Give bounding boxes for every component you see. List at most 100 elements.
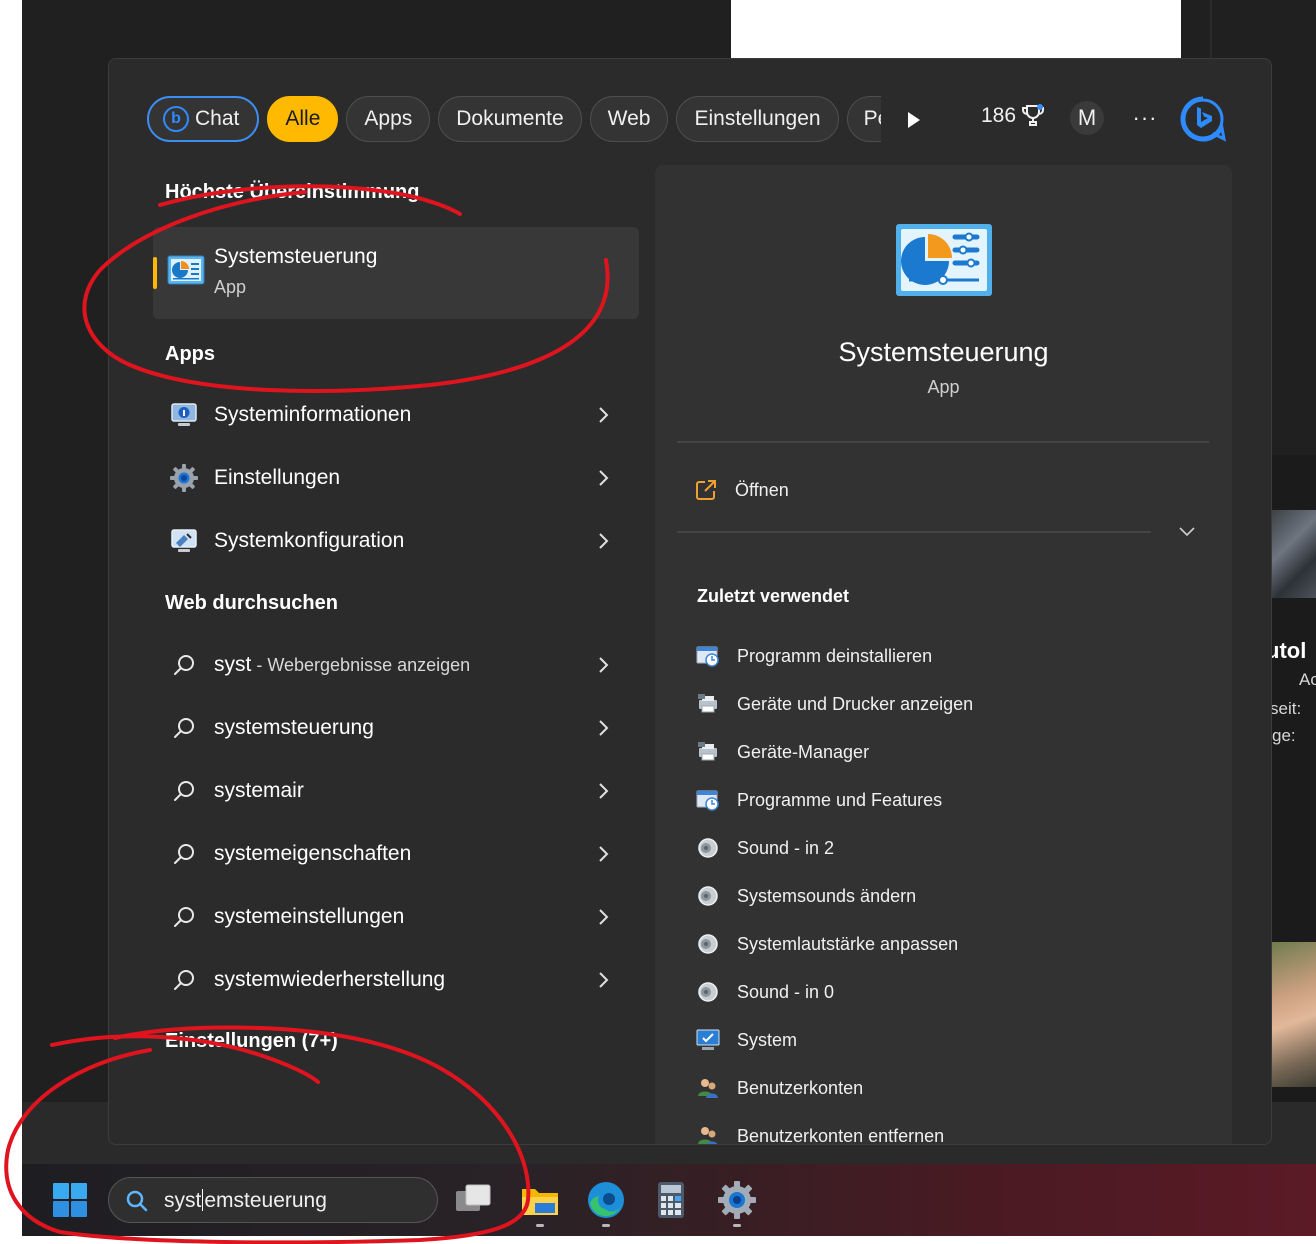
system-monitor-icon — [695, 1027, 721, 1053]
programs-icon — [695, 787, 721, 813]
sound-icon — [695, 931, 721, 957]
background-text: Ac — [1299, 670, 1316, 689]
open-external-icon — [696, 480, 716, 500]
windows-start-icon[interactable] — [52, 1182, 88, 1218]
selection-accent — [153, 257, 157, 289]
app-result-label: Einstellungen — [214, 466, 341, 489]
web-result-systemsteuerung[interactable]: systemsteuerung — [153, 700, 639, 756]
recent-item[interactable]: Systemlautstärke anpassen — [695, 929, 958, 959]
chevron-right-icon — [599, 533, 609, 549]
web-result-label: systemwiederherstellung — [214, 968, 446, 991]
recent-item-label: Sound - in 2 — [737, 837, 835, 858]
recent-item-label: System — [737, 1029, 798, 1050]
filter-documents-button[interactable]: Dokumente — [438, 96, 582, 142]
web-result-syst[interactable]: syst - Webergebnisse anzeigen — [153, 637, 639, 693]
search-flyout: b Chat Alle Apps Dokumente Web Einstellu… — [108, 58, 1272, 1145]
chevron-right-icon — [599, 909, 609, 925]
search-query: syst emsteuerung — [164, 1189, 327, 1213]
filter-all-label: Alle — [285, 107, 321, 130]
user-accounts-icon — [695, 1123, 721, 1144]
web-result-systemair[interactable]: systemair — [153, 763, 639, 819]
rewards-button[interactable]: 186 — [981, 103, 1046, 129]
play-icon[interactable] — [902, 109, 924, 131]
settings-gear-icon[interactable] — [716, 1179, 758, 1221]
bing-chat-icon: b — [163, 106, 189, 132]
web-result-systemwiederherstellung[interactable]: systemwiederherstellung — [153, 952, 639, 1008]
recent-item[interactable]: Geräte-Manager — [695, 737, 869, 767]
recent-item[interactable]: Programme und Features — [695, 785, 942, 815]
open-button[interactable]: Öffnen — [695, 475, 789, 505]
recent-item[interactable]: Sound - in 0 — [695, 977, 834, 1007]
best-match-result[interactable]: Systemsteuerung App — [153, 227, 639, 319]
recent-item[interactable]: Systemsounds ändern — [695, 881, 916, 911]
system-information-icon — [169, 400, 199, 430]
chevron-down-icon[interactable] — [1177, 525, 1197, 539]
devices-printers-icon — [695, 691, 721, 717]
edge-icon[interactable] — [585, 1179, 627, 1221]
app-result-einstellungen[interactable]: Einstellungen — [153, 450, 639, 506]
filter-web-button[interactable]: Web — [589, 96, 669, 142]
recent-item[interactable]: System — [695, 1025, 797, 1055]
control-panel-icon — [896, 224, 992, 296]
running-indicator — [602, 1224, 610, 1227]
web-result-suffix: - Webergebnisse anzeigen — [251, 655, 471, 675]
sound-icon — [695, 979, 721, 1005]
search-icon — [169, 776, 199, 806]
filter-all-button[interactable]: Alle — [267, 96, 339, 142]
background-window — [731, 0, 1181, 58]
search-icon — [169, 650, 199, 680]
web-search-heading: Web durchsuchen — [165, 592, 338, 614]
recent-item-label: Programme und Features — [737, 789, 943, 810]
recent-item[interactable]: Sound - in 2 — [695, 833, 834, 863]
rewards-points: 186 — [981, 104, 1017, 127]
search-query-after-caret: emsteuerung — [204, 1189, 327, 1212]
recent-heading: Zuletzt verwendet — [697, 586, 850, 606]
filter-chat-button[interactable]: b Chat — [147, 96, 260, 142]
filter-documents-label: Dokumente — [456, 107, 564, 130]
filter-settings-label: Einstellungen — [694, 107, 821, 130]
account-avatar[interactable]: M — [1070, 101, 1104, 135]
sound-icon — [695, 835, 721, 861]
divider — [677, 531, 1151, 533]
app-result-systeminformationen[interactable]: Systeminformationen — [153, 387, 639, 443]
settings-gear-icon — [169, 463, 199, 493]
web-result-systemeigenschaften[interactable]: systemeigenschaften — [153, 826, 639, 882]
recent-item[interactable]: Programm deinstallieren — [695, 641, 932, 671]
preview-title: Systemsteuerung — [838, 337, 1049, 367]
chevron-right-icon — [599, 783, 609, 799]
search-icon — [169, 713, 199, 743]
web-result-systemeinstellungen[interactable]: systemeinstellungen — [153, 889, 639, 945]
divider — [677, 441, 1209, 443]
chevron-right-icon — [599, 470, 609, 486]
app-result-label: Systemkonfiguration — [214, 529, 405, 552]
more-options-button[interactable]: ··· — [1130, 101, 1160, 135]
background-text: ge: — [1272, 726, 1296, 745]
recent-item-label: Geräte-Manager — [737, 741, 870, 762]
recent-item[interactable]: Benutzerkonten entfernen — [695, 1121, 944, 1144]
chevron-right-icon — [599, 657, 609, 673]
chevron-right-icon — [599, 972, 609, 988]
calculator-icon[interactable] — [650, 1179, 692, 1221]
filter-people-button[interactable]: Pe — [846, 96, 881, 142]
filter-web-label: Web — [607, 107, 651, 130]
best-match-type: App — [214, 277, 247, 297]
task-view-icon[interactable] — [452, 1179, 494, 1221]
filter-apps-button[interactable]: Apps — [346, 96, 431, 142]
bing-icon[interactable] — [1179, 95, 1227, 143]
preview-type: App — [927, 377, 960, 397]
app-result-systemkonfiguration[interactable]: Systemkonfiguration — [153, 513, 639, 569]
filter-settings-button[interactable]: Einstellungen — [676, 96, 839, 142]
recent-item[interactable]: Benutzerkonten — [695, 1073, 863, 1103]
web-result-query: syst — [214, 653, 252, 676]
file-explorer-icon[interactable] — [519, 1179, 561, 1221]
web-result-label: syst - Webergebnisse anzeigen — [214, 653, 470, 677]
web-result-label: systemeigenschaften — [214, 842, 412, 865]
search-icon — [169, 839, 199, 869]
running-indicator — [536, 1224, 544, 1227]
device-manager-icon — [695, 739, 721, 765]
trophy-icon — [1022, 104, 1045, 126]
recent-item[interactable]: Geräte und Drucker anzeigen — [695, 689, 973, 719]
taskbar-search-input[interactable]: syst emsteuerung — [108, 1177, 438, 1223]
apps-heading: Apps — [165, 343, 215, 365]
chevron-right-icon — [599, 407, 609, 423]
